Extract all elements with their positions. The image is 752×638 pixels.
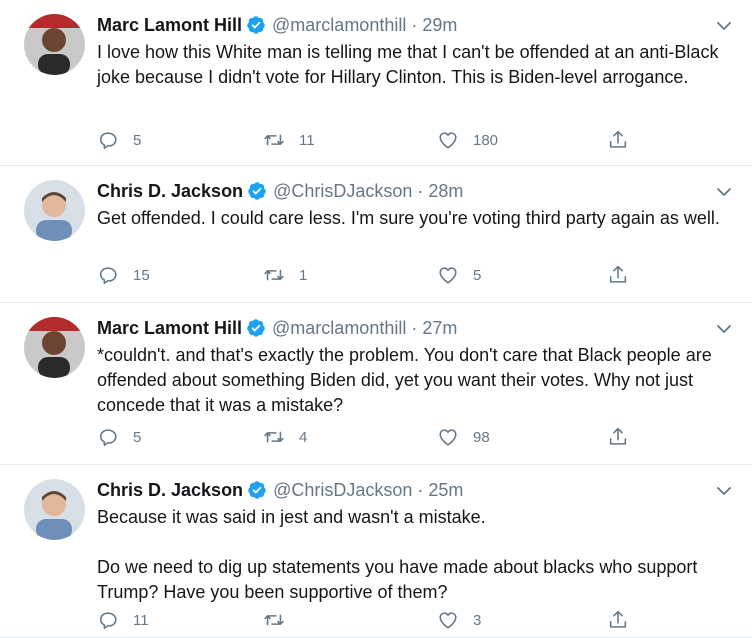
chevron-down-icon[interactable] (716, 321, 732, 337)
reply-button[interactable]: 11 (97, 609, 149, 631)
handle[interactable]: @marclamonthill (272, 14, 406, 36)
verified-badge-icon (246, 318, 266, 338)
like-button[interactable]: 3 (437, 609, 481, 631)
like-icon (439, 132, 457, 149)
avatar[interactable] (24, 479, 85, 540)
reply-icon (99, 612, 117, 630)
like-icon (439, 267, 457, 284)
tweet-header: Chris D. Jackson @ChrisDJackson · 28m (97, 180, 463, 202)
tweet-actions: 15 1 5 (97, 264, 657, 288)
tweet[interactable]: Chris D. Jackson @ChrisDJackson · 28m Ge… (0, 166, 752, 303)
tweet[interactable]: Chris D. Jackson @ChrisDJackson · 25m Be… (0, 465, 752, 638)
separator: · (411, 15, 418, 35)
share-icon (609, 130, 627, 148)
display-name[interactable]: Marc Lamont Hill (97, 14, 242, 36)
like-button[interactable]: 5 (437, 264, 481, 286)
reply-icon (99, 429, 117, 447)
like-button[interactable]: 180 (437, 129, 498, 151)
avatar[interactable] (24, 180, 85, 241)
retweet-icon (264, 269, 284, 281)
reply-button[interactable]: 15 (97, 264, 150, 286)
retweet-button[interactable]: 11 (263, 129, 315, 151)
reply-button[interactable]: 5 (97, 426, 141, 448)
chevron-down-icon[interactable] (716, 18, 732, 34)
tweet-actions: 5 11 180 (97, 129, 657, 153)
tweet-text: Because it was said in jest and wasn't a… (97, 507, 698, 602)
tweet-actions: 11 3 (97, 609, 657, 633)
avatar[interactable] (24, 14, 85, 75)
verified-badge-icon (247, 480, 267, 500)
retweet-count: 1 (299, 266, 308, 284)
share-button[interactable] (607, 609, 643, 631)
like-count: 5 (473, 266, 482, 284)
share-button[interactable] (607, 426, 643, 448)
display-name[interactable]: Chris D. Jackson (97, 479, 243, 501)
reply-count: 11 (133, 611, 149, 629)
like-count: 3 (473, 611, 482, 629)
share-button[interactable] (607, 129, 643, 151)
display-name[interactable]: Marc Lamont Hill (97, 317, 242, 339)
share-icon (609, 610, 627, 628)
reply-count: 15 (133, 266, 150, 284)
like-icon (439, 612, 457, 629)
verified-badge-icon (247, 181, 267, 201)
tweet-text: I love how this White man is telling me … (97, 42, 719, 87)
tweet-header: Marc Lamont Hill @marclamonthill · 29m (97, 14, 457, 36)
timestamp[interactable]: 28m (428, 180, 463, 202)
timestamp[interactable]: 27m (422, 317, 457, 339)
handle[interactable]: @ChrisDJackson (273, 479, 412, 501)
tweet-header: Chris D. Jackson @ChrisDJackson · 25m (97, 479, 463, 501)
reply-icon (99, 132, 117, 150)
like-icon (439, 429, 457, 446)
like-count: 98 (473, 428, 490, 446)
reply-button[interactable]: 5 (97, 129, 141, 151)
tweet[interactable]: Marc Lamont Hill @marclamonthill · 29m I… (0, 0, 752, 166)
separator: · (417, 181, 424, 201)
tweet[interactable]: Marc Lamont Hill @marclamonthill · 27m *… (0, 303, 752, 465)
tweet-header: Marc Lamont Hill @marclamonthill · 27m (97, 317, 457, 339)
share-icon (609, 265, 627, 283)
retweet-button[interactable] (263, 609, 299, 631)
tweet-text: Get offended. I could care less. I'm sur… (97, 208, 720, 228)
timestamp[interactable]: 29m (422, 14, 457, 36)
reply-count: 5 (133, 131, 142, 149)
tweet-actions: 5 4 98 (97, 426, 657, 450)
retweet-count: 4 (299, 428, 308, 446)
avatar[interactable] (24, 317, 85, 378)
retweet-icon (264, 614, 284, 626)
verified-badge-icon (246, 15, 266, 35)
tweet-text: *couldn't. and that's exactly the proble… (97, 345, 712, 415)
share-icon (609, 427, 627, 445)
retweet-button[interactable]: 1 (263, 264, 307, 286)
display-name[interactable]: Chris D. Jackson (97, 180, 243, 202)
retweet-button[interactable]: 4 (263, 426, 307, 448)
like-button[interactable]: 98 (437, 426, 490, 448)
retweet-icon (264, 431, 284, 443)
handle[interactable]: @ChrisDJackson (273, 180, 412, 202)
reply-count: 5 (133, 428, 142, 446)
reply-icon (99, 267, 117, 285)
retweet-count: 11 (299, 131, 315, 149)
share-button[interactable] (607, 264, 643, 286)
chevron-down-icon[interactable] (716, 184, 732, 200)
separator: · (411, 318, 418, 338)
retweet-icon (264, 134, 284, 146)
like-count: 180 (473, 131, 499, 149)
handle[interactable]: @marclamonthill (272, 317, 406, 339)
separator: · (417, 480, 424, 500)
chevron-down-icon[interactable] (716, 483, 732, 499)
timestamp[interactable]: 25m (428, 479, 463, 501)
